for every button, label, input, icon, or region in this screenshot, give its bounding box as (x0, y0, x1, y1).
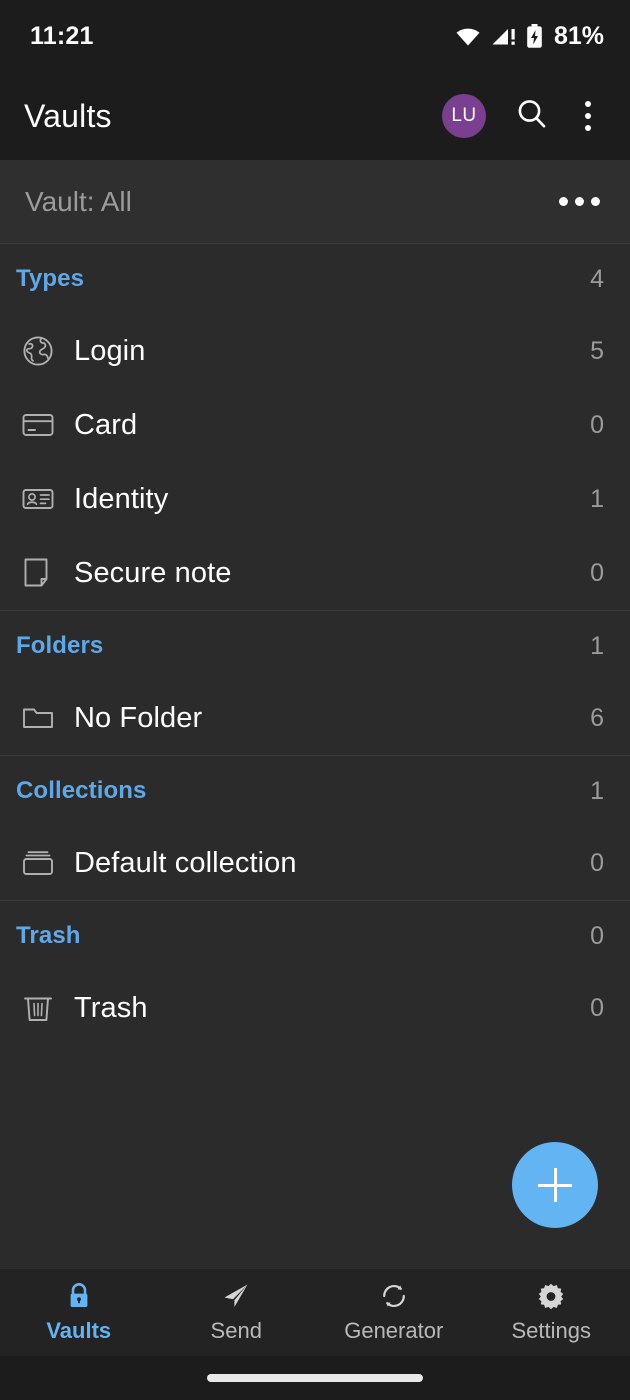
section-title: Collections (16, 777, 147, 804)
section-types: Types 4 Login 5 Card 0 Identity 1 Secure… (0, 244, 630, 611)
list-item-count: 0 (590, 410, 604, 439)
more-horizontal-icon (559, 197, 600, 206)
globe-icon (16, 331, 60, 371)
battery-percent-label: 81% (553, 21, 604, 50)
section-count: 0 (590, 921, 604, 950)
cellular-signal-warning-icon (491, 25, 517, 47)
nav-item-label: Settings (511, 1318, 592, 1343)
list-item-default-collection[interactable]: Default collection 0 (0, 826, 630, 900)
bottom-navigation: Vaults Send Generator Settings (0, 1268, 630, 1356)
section-header-types: Types 4 (0, 244, 630, 314)
lock-icon (64, 1281, 94, 1311)
list-item-count: 5 (590, 336, 604, 365)
list-item-label: No Folder (74, 701, 203, 734)
list-item-card[interactable]: Card 0 (0, 388, 630, 462)
list-item-count: 0 (590, 558, 604, 587)
section-collections: Collections 1 Default collection 0 (0, 756, 630, 901)
page-title: Vaults (24, 97, 112, 134)
list-item-trash[interactable]: Trash 0 (0, 971, 630, 1045)
nav-item-label: Generator (344, 1318, 444, 1343)
trash-icon (16, 988, 60, 1028)
list-item-identity[interactable]: Identity 1 (0, 462, 630, 536)
list-item-label: Default collection (74, 846, 297, 879)
section-header-trash: Trash 0 (0, 901, 630, 971)
search-button[interactable] (508, 92, 556, 140)
list-item-count: 6 (590, 703, 604, 732)
wifi-icon (454, 25, 482, 47)
credit-card-icon (16, 405, 60, 445)
refresh-generator-icon (379, 1281, 409, 1311)
app-bar: Vaults LU (0, 72, 630, 160)
battery-charging-icon (526, 23, 543, 49)
list-item-login[interactable]: Login 5 (0, 314, 630, 388)
status-bar-icons: 81% (454, 22, 604, 51)
search-icon (514, 96, 550, 137)
note-icon (16, 553, 60, 593)
avatar[interactable]: LU (442, 94, 486, 138)
vault-filter-overflow-button[interactable] (555, 187, 604, 216)
section-folders: Folders 1 No Folder 6 (0, 611, 630, 756)
nav-item-generator[interactable]: Generator (315, 1269, 473, 1356)
avatar-initials: LU (451, 105, 477, 126)
list-item-label: Trash (74, 991, 148, 1024)
app-screen: 11:21 81% Vaults LU Vault: All Types 4 L… (0, 0, 630, 1400)
status-bar: 11:21 81% (0, 0, 630, 72)
list-item-label: Login (74, 334, 146, 367)
section-header-folders: Folders 1 (0, 611, 630, 681)
list-item-count: 0 (590, 848, 604, 877)
list-item-label: Secure note (74, 556, 232, 589)
section-count: 1 (590, 776, 604, 805)
gear-icon (536, 1281, 566, 1311)
section-title: Trash (16, 922, 81, 949)
gesture-bar-area (0, 1356, 630, 1400)
vault-filter-bar[interactable]: Vault: All (0, 160, 630, 244)
more-vertical-icon (585, 98, 591, 134)
vault-filter-label: Vault: All (25, 185, 132, 217)
folder-icon (16, 698, 60, 738)
vault-list: Types 4 Login 5 Card 0 Identity 1 Secure… (0, 244, 630, 1268)
list-item-label: Card (74, 408, 138, 441)
send-paper-plane-icon (221, 1281, 251, 1311)
id-card-icon (16, 479, 60, 519)
home-gesture-bar[interactable] (207, 1374, 423, 1382)
nav-item-settings[interactable]: Settings (473, 1269, 630, 1356)
list-item-secure-note[interactable]: Secure note 0 (0, 536, 630, 610)
collection-stack-icon (16, 843, 60, 883)
list-item-count: 0 (590, 993, 604, 1022)
list-item-count: 1 (590, 484, 604, 513)
section-count: 4 (590, 264, 604, 293)
list-item-label: Identity (74, 482, 169, 515)
plus-icon (538, 1168, 572, 1202)
nav-item-label: Vaults (46, 1318, 112, 1343)
list-item-no-folder[interactable]: No Folder 6 (0, 681, 630, 755)
section-title: Types (16, 265, 85, 292)
add-item-fab[interactable] (512, 1142, 598, 1228)
nav-item-vaults[interactable]: Vaults (0, 1269, 158, 1356)
section-header-collections: Collections 1 (0, 756, 630, 826)
nav-item-label: Send (210, 1318, 262, 1343)
nav-item-send[interactable]: Send (158, 1269, 316, 1356)
section-title: Folders (16, 632, 104, 659)
overflow-menu-button[interactable] (568, 92, 608, 140)
section-trash: Trash 0 Trash 0 (0, 901, 630, 1045)
section-count: 1 (590, 631, 604, 660)
status-bar-time: 11:21 (30, 21, 94, 50)
